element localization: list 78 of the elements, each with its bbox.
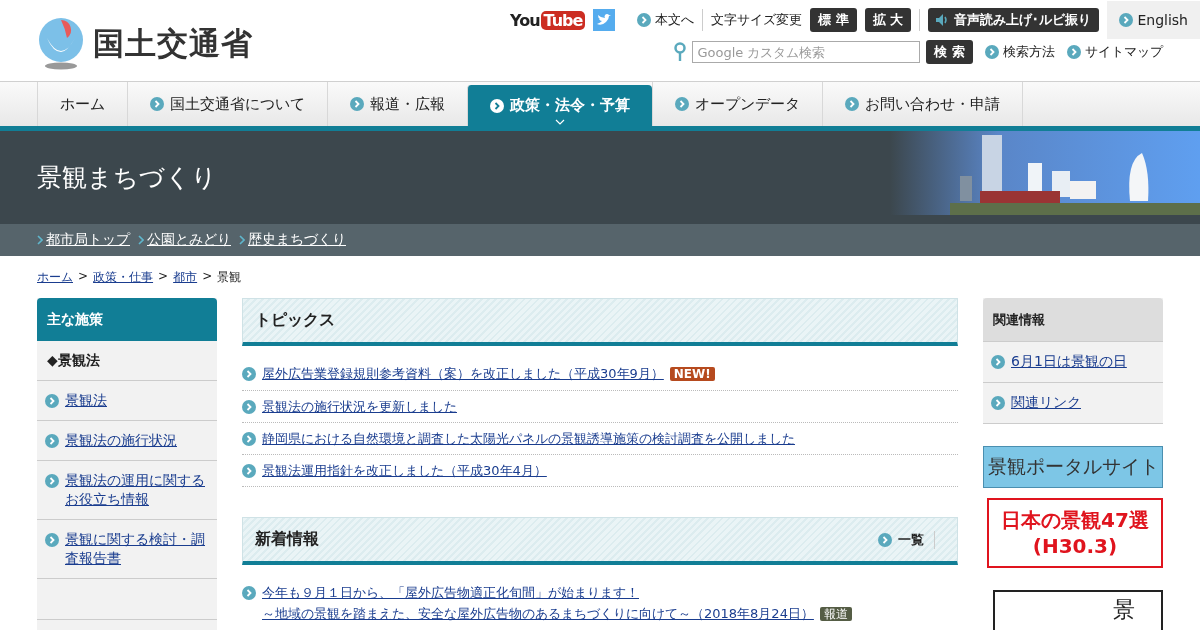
section-link[interactable]: 歴史まちづくり: [248, 231, 346, 249]
bird-icon[interactable]: [593, 9, 616, 31]
nav-tab[interactable]: お問い合わせ・申請: [822, 82, 1023, 126]
nav-tab[interactable]: オープンデータ: [652, 82, 822, 126]
sidebar-link[interactable]: 景観に関する検討・調査報告書: [65, 530, 207, 568]
breadcrumb-link[interactable]: ホーム: [37, 269, 73, 288]
view-all-link[interactable]: 一覧: [878, 530, 935, 549]
site-name: 国土交通省: [93, 23, 253, 63]
arrow-bullet-icon: [675, 97, 689, 111]
breadcrumb-separator: >: [78, 269, 89, 285]
breadcrumb-current: 景観: [217, 269, 242, 286]
topic-link[interactable]: 静岡県における自然環境と調査した太陽光パネルの景観誘導施策の検討調査を公開しました: [262, 431, 795, 446]
arrow-bullet-icon: [45, 394, 59, 408]
caret-icon: [555, 119, 565, 125]
chevron-icon: [138, 235, 144, 245]
arrow-bullet-icon: [242, 464, 256, 478]
section-link[interactable]: 公園とみどり: [147, 231, 231, 249]
nav-tab[interactable]: 政策・法令・予算: [467, 85, 652, 126]
header-link[interactable]: 検索方法: [985, 43, 1055, 61]
font-size-button[interactable]: 標 準: [810, 8, 857, 32]
sidebar-link[interactable]: 景観法: [65, 391, 107, 410]
sidebar-heading: ◆景観法: [47, 351, 100, 370]
breadcrumb-link[interactable]: 都市: [173, 269, 198, 288]
sidebar-link[interactable]: 景観法の施行状況: [65, 431, 177, 450]
arrow-bullet-icon: [242, 586, 256, 600]
arrow-bullet-icon: [242, 367, 256, 381]
section-title: トピックス: [255, 310, 335, 331]
breadcrumb-link[interactable]: 政策・仕事: [93, 269, 154, 288]
scenery-banner[interactable]: 日本の景観47選 (H30.3): [987, 498, 1163, 568]
arrow-bullet-icon: [45, 474, 59, 488]
category-badge: 報道: [819, 607, 852, 621]
arrow-bullet-icon: [350, 97, 364, 111]
logo-icon: [37, 17, 85, 70]
arrow-bullet-icon: [1067, 45, 1081, 59]
breadcrumb-separator: >: [158, 269, 169, 285]
sidebar-title: 主な施策: [37, 298, 217, 341]
speech-button[interactable]: 音声読み上げ･ルビ振り: [928, 8, 1100, 32]
arrow-bullet-icon: [45, 533, 59, 547]
arrow-bullet-icon: [1119, 13, 1134, 27]
related-link[interactable]: 関連リンク: [1011, 394, 1081, 412]
header-link[interactable]: サイトマップ: [1067, 43, 1163, 61]
sidebar-link[interactable]: 景観法の運用に関するお役立ち情報: [65, 471, 207, 509]
topic-link[interactable]: 景観法の施行状況を更新しました: [262, 399, 457, 414]
arrow-bullet-icon: [991, 396, 1005, 410]
news-link[interactable]: 今年も９月１日から、「屋外広告物適正化旬間」が始まります！: [262, 582, 852, 603]
nav-tab[interactable]: 国土交通省について: [127, 82, 327, 126]
arrow-bullet-icon: [242, 432, 256, 446]
page-title: 景観まちづくり: [37, 162, 217, 194]
skip-to-content-link[interactable]: 本文へ: [637, 11, 695, 29]
arrow-bullet-icon: [150, 97, 164, 111]
chevron-icon: [239, 235, 245, 245]
english-link[interactable]: English: [1107, 1, 1200, 39]
breadcrumb-separator: >: [202, 269, 213, 285]
news-link[interactable]: ～地域の景観を踏まえた、安全な屋外広告物のあるまちづくりに向けて～（2018年8月24日）: [262, 606, 814, 621]
arrow-bullet-icon: [845, 97, 859, 111]
section-link[interactable]: 都市局トップ: [46, 231, 130, 249]
arrow-bullet-icon: [242, 400, 256, 414]
arrow-bullet-icon: [878, 532, 892, 547]
topic-link[interactable]: 景観法運用指針を改正しました（平成30年4月）: [262, 463, 547, 478]
chevron-icon: [37, 235, 43, 245]
portal-banner[interactable]: 景観ポータルサイト: [983, 446, 1163, 488]
search-icon: [674, 42, 687, 62]
calligraphy-banner[interactable]: 景: [993, 590, 1163, 630]
new-badge: NEW!: [669, 367, 715, 381]
section-title: 新着情報: [255, 529, 319, 550]
arrow-bullet-icon: [45, 434, 59, 448]
font-size-button[interactable]: 拡 大: [864, 8, 912, 32]
font-size-label: 文字サイズ変更: [711, 11, 803, 29]
arrow-bullet-icon: [985, 45, 999, 59]
search-button[interactable]: 検 索: [926, 40, 973, 64]
arrow-bullet-icon: [637, 13, 652, 27]
related-title: 関連情報: [983, 298, 1163, 342]
topic-link[interactable]: 屋外広告業登録規則参考資料（案）を改正しました（平成30年9月）: [262, 366, 664, 381]
arrow-bullet-icon: [490, 98, 504, 113]
nav-tab[interactable]: ホーム: [37, 82, 127, 126]
search-field[interactable]: Google カスタム検索: [692, 41, 921, 63]
related-link[interactable]: 6月1日は景観の日: [1011, 353, 1127, 371]
arrow-bullet-icon: [991, 355, 1005, 369]
